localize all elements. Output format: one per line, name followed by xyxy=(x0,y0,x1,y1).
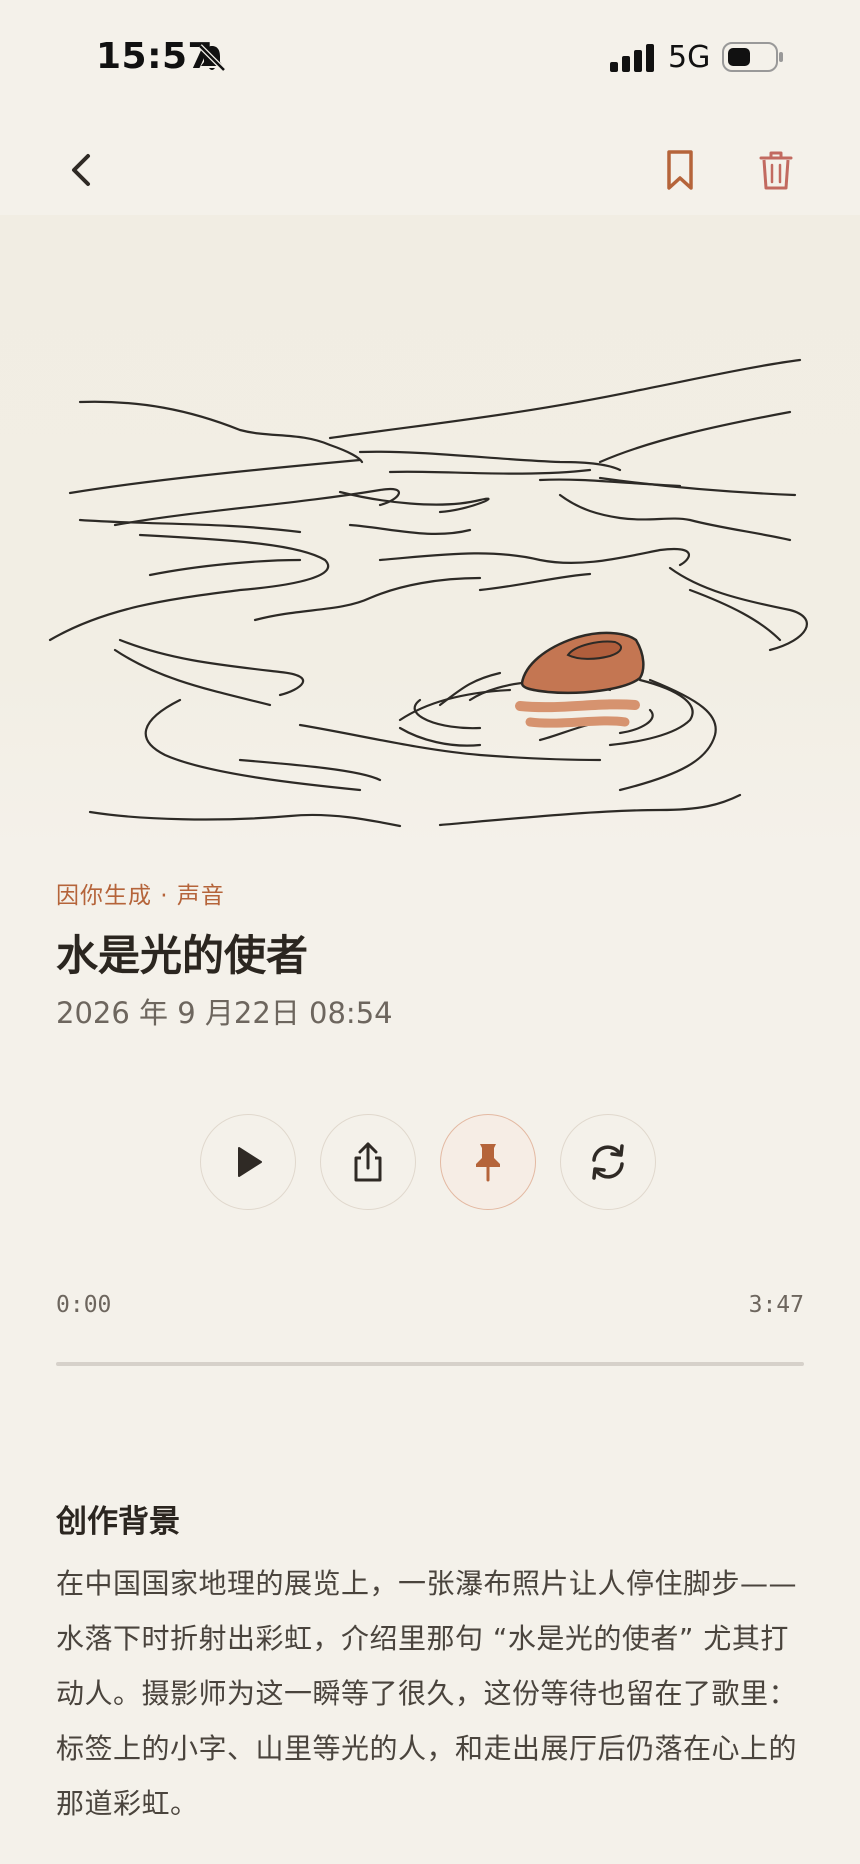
delete-button[interactable] xyxy=(746,140,806,200)
bell-muted-icon xyxy=(198,44,226,72)
song-date: 2026 年 9 月22日 08:54 xyxy=(56,996,393,1030)
background-heading: 创作背景 xyxy=(56,1504,180,1540)
bookmark-icon xyxy=(667,150,693,190)
player-controls xyxy=(200,1114,660,1214)
back-button[interactable] xyxy=(52,140,112,200)
background-body: 在中国国家地理的展览上，一张瀑布照片让人停住脚步——水落下时折射出彩虹，介绍里那… xyxy=(56,1567,798,1820)
regenerate-button[interactable] xyxy=(560,1114,656,1210)
trash-icon xyxy=(759,151,793,190)
share-icon xyxy=(354,1142,382,1182)
progress-slider[interactable] xyxy=(56,1362,804,1366)
battery-icon xyxy=(722,42,783,72)
back-chevron-icon xyxy=(72,154,90,186)
status-bar: 15:57 5G xyxy=(0,0,860,110)
share-button[interactable] xyxy=(320,1114,416,1210)
pin-button[interactable] xyxy=(440,1114,536,1210)
song-tagline: 因你生成 · 声音 xyxy=(56,883,225,909)
pin-icon xyxy=(476,1144,500,1182)
play-button[interactable] xyxy=(200,1114,296,1210)
regenerate-icon xyxy=(592,1144,624,1180)
network-label: 5G xyxy=(668,40,711,75)
nav-bar xyxy=(0,130,860,210)
duration: 3:47 xyxy=(748,1292,804,1318)
bookmark-button[interactable] xyxy=(650,140,710,200)
cover-illustration xyxy=(0,215,860,855)
signal-icon xyxy=(610,44,654,72)
song-title: 水是光的使者 xyxy=(56,931,309,980)
current-time: 0:00 xyxy=(56,1292,112,1318)
play-icon xyxy=(238,1147,262,1177)
river-stone-drawing xyxy=(48,358,808,828)
